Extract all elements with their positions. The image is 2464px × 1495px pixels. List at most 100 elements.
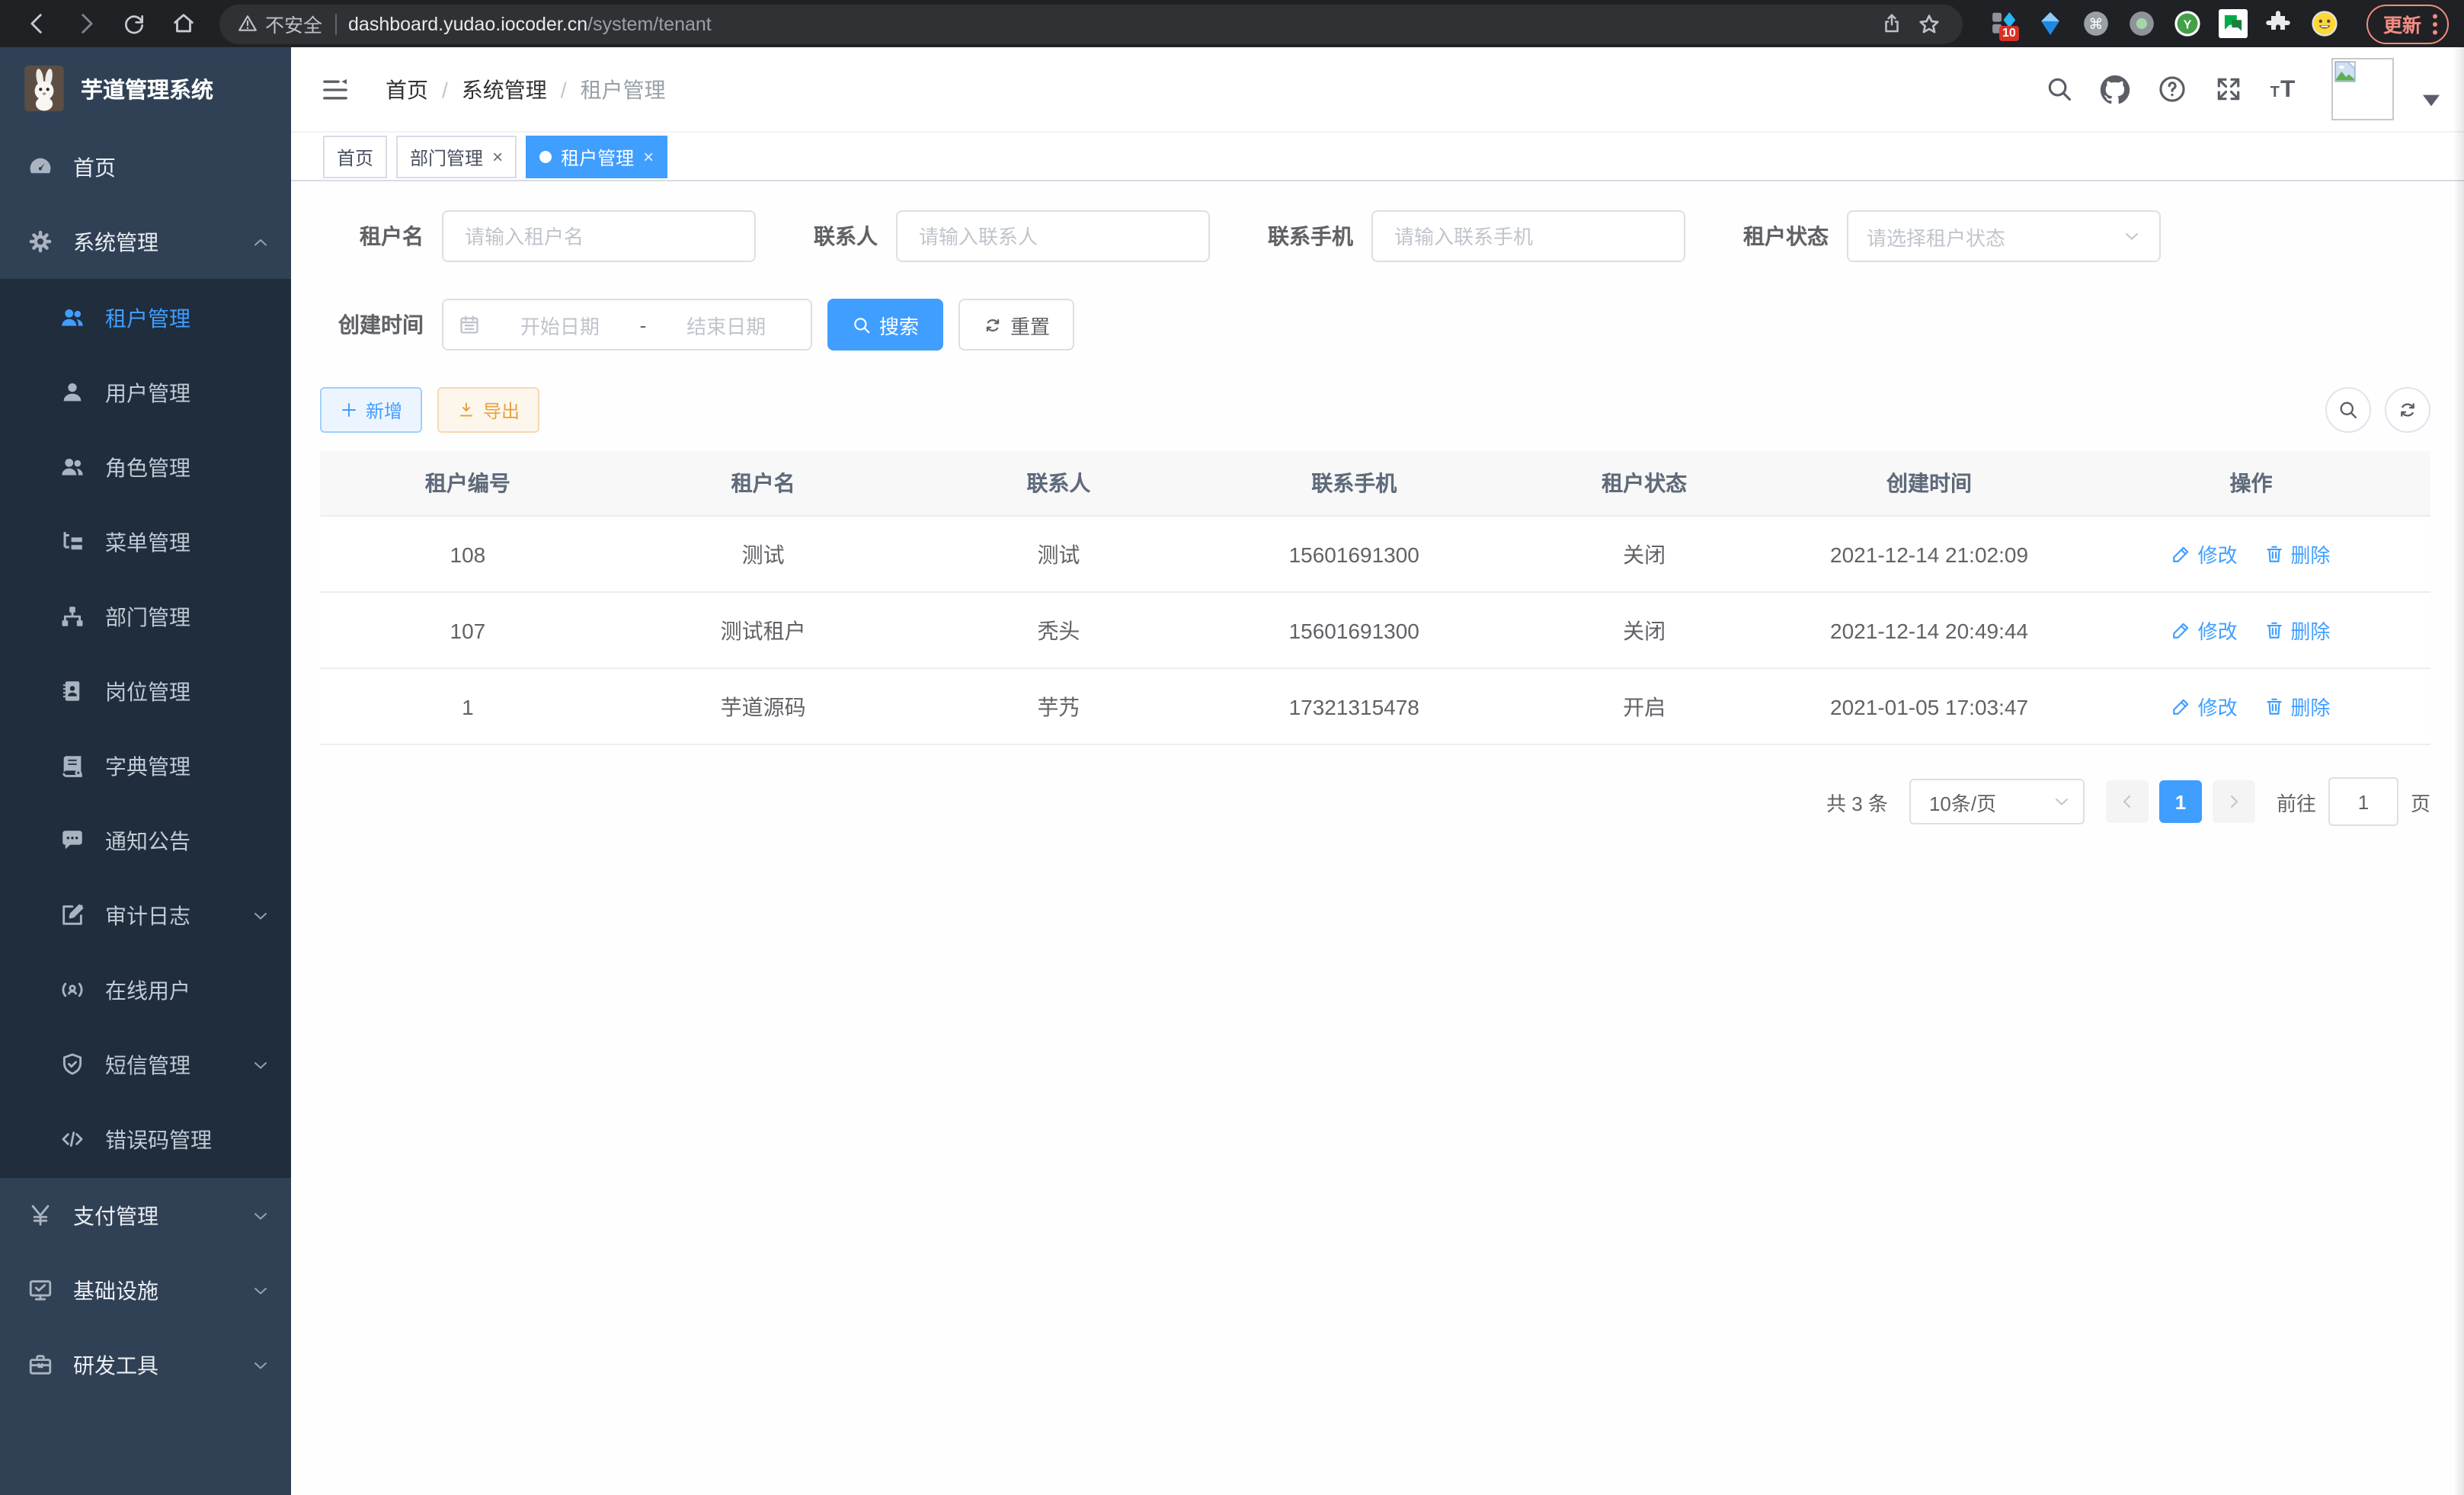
browser-back-button[interactable] [15, 4, 58, 43]
system-submenu: 租户管理 用户管理 角色管理 [0, 279, 291, 1178]
browser-forward-button[interactable] [64, 4, 107, 43]
profile-avatar-icon[interactable] [2310, 9, 2339, 38]
user-avatar[interactable] [2331, 58, 2394, 120]
trash-icon [2264, 696, 2284, 716]
filter-mobile: 联系手机 [1268, 210, 1685, 262]
sidebar-item-system[interactable]: 系统管理 [0, 204, 291, 279]
sidebar-item-dict[interactable]: 字典管理 [0, 728, 291, 803]
extension-command-icon[interactable]: ⌘ [2082, 9, 2110, 38]
help-icon[interactable] [2156, 74, 2187, 104]
add-button[interactable]: 新增 [320, 387, 422, 433]
tab-home[interactable]: 首页 [323, 136, 387, 178]
download-icon [457, 401, 475, 419]
sidebar-item-infra[interactable]: 基础设施 [0, 1253, 291, 1327]
prev-page-button[interactable] [2106, 780, 2149, 823]
delete-button[interactable]: 删除 [2264, 539, 2330, 568]
svg-text:T: T [2270, 84, 2280, 101]
edit-button[interactable]: 修改 [2172, 539, 2238, 568]
extension-dot-icon[interactable] [2127, 9, 2156, 38]
sidebar-item-notice[interactable]: 通知公告 [0, 803, 291, 878]
browser-home-button[interactable] [162, 4, 204, 43]
status-value: 关闭 [1502, 592, 1787, 668]
site-security[interactable]: 不安全 [238, 9, 322, 38]
announcement-icon [59, 828, 85, 853]
delete-button[interactable]: 删除 [2264, 692, 2330, 721]
col-status: 租户状态 [1502, 451, 1787, 516]
reset-button[interactable]: 重置 [958, 299, 1074, 351]
sidebar-item-home[interactable]: 首页 [0, 130, 291, 204]
badge-icon [59, 678, 85, 704]
goto-page-input[interactable] [2328, 777, 2398, 826]
tenant-table: 租户编号 租户名 联系人 联系手机 租户状态 创建时间 操作 108 测试 [320, 451, 2430, 745]
create-time-label: 创建时间 [320, 309, 424, 340]
extension-y-icon[interactable]: Y [2173, 9, 2202, 38]
current-page-button[interactable]: 1 [2159, 780, 2202, 823]
chevron-down-icon [251, 906, 270, 924]
page-size-select[interactable]: 10条/页 [1909, 779, 2085, 824]
sidebar-item-dept[interactable]: 部门管理 [0, 579, 291, 654]
app-logo-row[interactable]: 芋道管理系统 [0, 47, 291, 130]
create-time-range-picker[interactable]: 开始日期 - 结束日期 [442, 299, 812, 351]
table-row: 107 测试租户 秃头 15601691300 关闭 2021-12-14 20… [320, 592, 2430, 668]
date-separator: - [640, 313, 647, 336]
breadcrumb-home[interactable]: 首页 [386, 74, 428, 104]
sidebar: 芋道管理系统 首页 系统管理 [0, 47, 291, 1495]
search-button[interactable]: 搜索 [827, 299, 943, 351]
share-button[interactable] [1874, 5, 1911, 42]
sidebar-item-role[interactable]: 角色管理 [0, 430, 291, 504]
next-page-button[interactable] [2213, 780, 2255, 823]
extensions-puzzle-icon[interactable] [2264, 9, 2293, 38]
end-date-placeholder: 结束日期 [657, 310, 795, 339]
sidebar-item-tenant[interactable]: 租户管理 [0, 280, 291, 355]
caret-down-icon[interactable] [2423, 94, 2440, 106]
extension-gem-icon[interactable] [2036, 9, 2065, 38]
tenant-name-input[interactable] [442, 210, 756, 262]
table-refresh-button[interactable] [2385, 387, 2430, 433]
col-tenant-id: 租户编号 [320, 451, 616, 516]
breadcrumb-system[interactable]: 系统管理 [462, 74, 547, 104]
close-icon[interactable]: × [643, 148, 654, 166]
sidebar-item-payment[interactable]: 支付管理 [0, 1178, 291, 1253]
chevron-down-icon [251, 1281, 270, 1299]
extension-blocks-icon[interactable]: 10 [1990, 9, 2019, 38]
breadcrumb-separator: / [561, 77, 567, 101]
github-icon[interactable] [2100, 74, 2130, 104]
bookmark-star-icon[interactable] [1911, 5, 1947, 42]
chrome-update-button[interactable]: 更新 [2366, 4, 2449, 43]
header-search-icon[interactable] [2043, 74, 2074, 104]
extension-chat-icon[interactable] [2219, 9, 2248, 38]
sidebar-item-devtools[interactable]: 研发工具 [0, 1327, 291, 1402]
col-contact: 联系人 [911, 451, 1207, 516]
export-button[interactable]: 导出 [437, 387, 539, 433]
close-icon[interactable]: × [492, 148, 503, 166]
table-row: 1 芋道源码 芋艿 17321315478 开启 2021-01-05 17:0… [320, 668, 2430, 744]
sidebar-item-user[interactable]: 用户管理 [0, 355, 291, 430]
fullscreen-icon[interactable] [2213, 74, 2243, 104]
tab-tenant[interactable]: 租户管理 × [526, 136, 667, 178]
tab-dept[interactable]: 部门管理 × [396, 136, 517, 178]
plus-icon [340, 401, 358, 419]
table-search-toggle-button[interactable] [2325, 387, 2371, 433]
sidebar-item-post[interactable]: 岗位管理 [0, 654, 291, 728]
edit-button[interactable]: 修改 [2172, 616, 2238, 645]
tags-view-bar: 首页 部门管理 × 租户管理 × [291, 133, 2464, 181]
sidebar-item-sms[interactable]: 短信管理 [0, 1027, 291, 1102]
browser-reload-button[interactable] [113, 4, 155, 43]
edit-button[interactable]: 修改 [2172, 692, 2238, 721]
address-bar[interactable]: 不安全 dashboard.yudao.iocoder.cn /system/t… [219, 4, 1963, 43]
sidebar-item-audit-log[interactable]: 审计日志 [0, 878, 291, 952]
sidebar-item-menu[interactable]: 菜单管理 [0, 504, 291, 579]
sidebar-item-online-user[interactable]: 在线用户 [0, 952, 291, 1027]
sidebar-collapse-icon[interactable] [320, 74, 350, 104]
contact-input[interactable] [896, 210, 1210, 262]
kebab-menu-icon[interactable] [2432, 13, 2438, 34]
delete-button[interactable]: 删除 [2264, 616, 2330, 645]
status-select[interactable]: 请选择租户状态 [1847, 210, 2161, 262]
gear-icon [27, 229, 53, 255]
sidebar-item-errcode[interactable]: 错误码管理 [0, 1102, 291, 1176]
page-content: 租户名 联系人 联系手机 [291, 181, 2464, 1495]
pencil-icon [2172, 544, 2192, 564]
pagination: 共 3 条 10条/页 1 前往 [320, 777, 2430, 826]
font-size-icon[interactable]: TT [2269, 74, 2299, 104]
mobile-input[interactable] [1371, 210, 1685, 262]
